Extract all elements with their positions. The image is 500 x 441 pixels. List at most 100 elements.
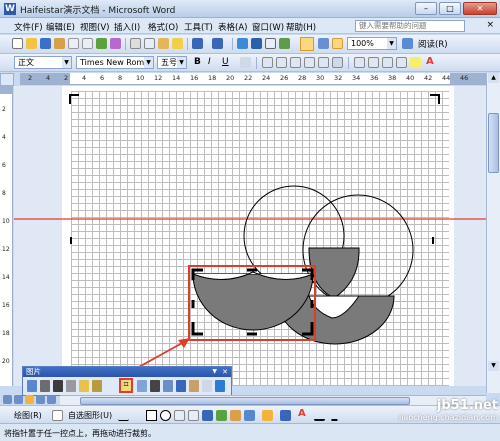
text-wrapping-icon[interactable] — [176, 380, 186, 392]
wordart-icon[interactable] — [202, 410, 213, 421]
insert-table-icon[interactable] — [265, 38, 276, 49]
picture-toolbar-header[interactable]: 图片 ▼ ✕ — [23, 367, 231, 377]
word-app-icon[interactable]: W — [4, 3, 16, 15]
menu-view[interactable]: 视图(V) — [80, 21, 109, 33]
permission-icon[interactable] — [54, 38, 65, 49]
new-document-icon[interactable] — [12, 38, 23, 49]
document-area[interactable] — [14, 86, 486, 386]
print-icon[interactable] — [68, 38, 79, 49]
menu-help[interactable]: 帮助(H) — [286, 21, 316, 33]
help-search-input[interactable]: 键入需要帮助的问题 — [355, 20, 465, 32]
drawing-toggle-icon[interactable] — [300, 37, 314, 51]
vertical-ruler[interactable]: 2 4 6 8 10 12 14 16 18 20 — [0, 86, 13, 386]
justify-icon[interactable] — [304, 57, 315, 68]
reading-view-icon[interactable] — [47, 395, 56, 404]
line-style-draw-icon[interactable] — [314, 410, 325, 421]
reset-picture-icon[interactable] — [215, 380, 225, 392]
clipart-icon[interactable] — [230, 410, 241, 421]
insert-picture-draw-icon[interactable] — [244, 410, 255, 421]
vertical-textbox-icon[interactable] — [188, 410, 199, 421]
less-contrast-icon[interactable] — [66, 380, 76, 392]
compress-picture-icon[interactable] — [163, 380, 173, 392]
color-icon[interactable] — [40, 380, 50, 392]
scroll-up-icon[interactable]: ▲ — [488, 73, 499, 83]
increase-indent-icon[interactable] — [396, 57, 407, 68]
document-map-icon[interactable] — [318, 38, 329, 49]
minimize-button[interactable]: – — [415, 2, 437, 15]
vertical-scroll-thumb[interactable] — [488, 113, 499, 173]
arrow-tool-icon[interactable] — [132, 410, 143, 421]
chevron-down-icon[interactable]: ▼ — [62, 57, 71, 68]
toolbar-options-icon[interactable]: ▼ — [212, 367, 217, 377]
distributed-icon[interactable] — [318, 57, 329, 68]
format-painter-icon[interactable] — [172, 38, 183, 49]
select-objects-icon[interactable] — [52, 410, 63, 421]
diagram-icon[interactable] — [216, 410, 227, 421]
cut-icon[interactable] — [130, 38, 141, 49]
tables-borders-icon[interactable] — [251, 38, 262, 49]
less-brightness-icon[interactable] — [92, 380, 102, 392]
help-icon[interactable] — [402, 38, 413, 49]
fill-color-icon[interactable] — [262, 410, 273, 421]
italic-button[interactable]: I — [208, 57, 211, 67]
align-left-icon[interactable] — [262, 57, 273, 68]
more-brightness-icon[interactable] — [79, 380, 89, 392]
align-center-icon[interactable] — [276, 57, 287, 68]
menu-table[interactable]: 表格(A) — [218, 21, 247, 33]
bold-button[interactable]: B — [194, 57, 201, 67]
crop-icon[interactable]: ⌗ — [119, 378, 133, 393]
oval-tool-icon[interactable] — [160, 410, 171, 421]
redo-icon[interactable] — [212, 38, 223, 49]
numbering-icon[interactable] — [354, 57, 365, 68]
menu-window[interactable]: 窗口(W) — [252, 21, 284, 33]
menu-insert[interactable]: 插入(I) — [114, 21, 140, 33]
textbox-icon[interactable] — [174, 410, 185, 421]
dash-style-icon[interactable] — [328, 410, 339, 421]
more-contrast-icon[interactable] — [53, 380, 63, 392]
font-combo[interactable]: Times New Roman ▼ — [76, 56, 154, 69]
menu-format[interactable]: 格式(O) — [148, 21, 178, 33]
maximize-button[interactable]: □ — [439, 2, 461, 15]
copy-icon[interactable] — [144, 38, 155, 49]
doc-close-icon[interactable]: × — [486, 20, 494, 30]
save-icon[interactable] — [40, 38, 51, 49]
line-spacing-icon[interactable] — [332, 57, 343, 68]
scroll-down-icon[interactable]: ▼ — [488, 361, 499, 371]
open-folder-icon[interactable] — [26, 38, 37, 49]
insert-picture-icon[interactable] — [27, 380, 37, 392]
outline-view-icon[interactable] — [36, 395, 45, 404]
line-tool-icon[interactable] — [118, 410, 129, 421]
tab-selector[interactable] — [0, 73, 14, 86]
char-border-icon[interactable] — [240, 57, 251, 68]
undo-icon[interactable] — [192, 38, 203, 49]
style-combo[interactable]: 正文 ▼ — [14, 56, 72, 69]
font-color-icon[interactable]: A — [426, 56, 434, 67]
read-mode-button[interactable]: 阅读(R) — [418, 38, 448, 50]
print-preview-icon[interactable] — [82, 38, 93, 49]
decrease-indent-icon[interactable] — [382, 57, 393, 68]
research-icon[interactable] — [110, 38, 121, 49]
vertical-scrollbar[interactable]: ▲ ▼ — [486, 73, 500, 393]
menu-tools[interactable]: 工具(T) — [184, 21, 213, 33]
chevron-down-icon[interactable]: ▼ — [177, 57, 186, 68]
horizontal-ruler[interactable]: 2 4 2 4 6 8 10 12 14 16 18 20 22 24 26 28 30 32 34 36 38 40 42… — [20, 73, 488, 85]
line-style-icon[interactable] — [150, 380, 160, 392]
close-button[interactable]: ✕ — [463, 2, 497, 15]
format-picture-icon[interactable] — [189, 380, 199, 392]
autoshapes-button[interactable]: 自选图形(U) — [68, 410, 112, 421]
horizontal-scroll-thumb[interactable] — [80, 397, 410, 405]
insert-excel-icon[interactable] — [279, 38, 290, 49]
align-right-icon[interactable] — [290, 57, 301, 68]
gray-intersection[interactable] — [308, 247, 360, 299]
menu-edit[interactable]: 编辑(E) — [46, 21, 75, 33]
print-layout-icon[interactable] — [25, 395, 34, 404]
show-hide-icon[interactable] — [332, 38, 343, 49]
spelling-icon[interactable] — [96, 38, 107, 49]
draw-menu-button[interactable]: 绘图(R) — [14, 410, 42, 421]
web-view-icon[interactable] — [14, 395, 23, 404]
highlight-icon[interactable] — [410, 57, 421, 68]
menu-file[interactable]: 文件(F) — [14, 21, 43, 33]
underline-button[interactable]: U — [222, 57, 229, 67]
arrow-style-icon[interactable] — [342, 410, 353, 421]
normal-view-icon[interactable] — [3, 395, 12, 404]
